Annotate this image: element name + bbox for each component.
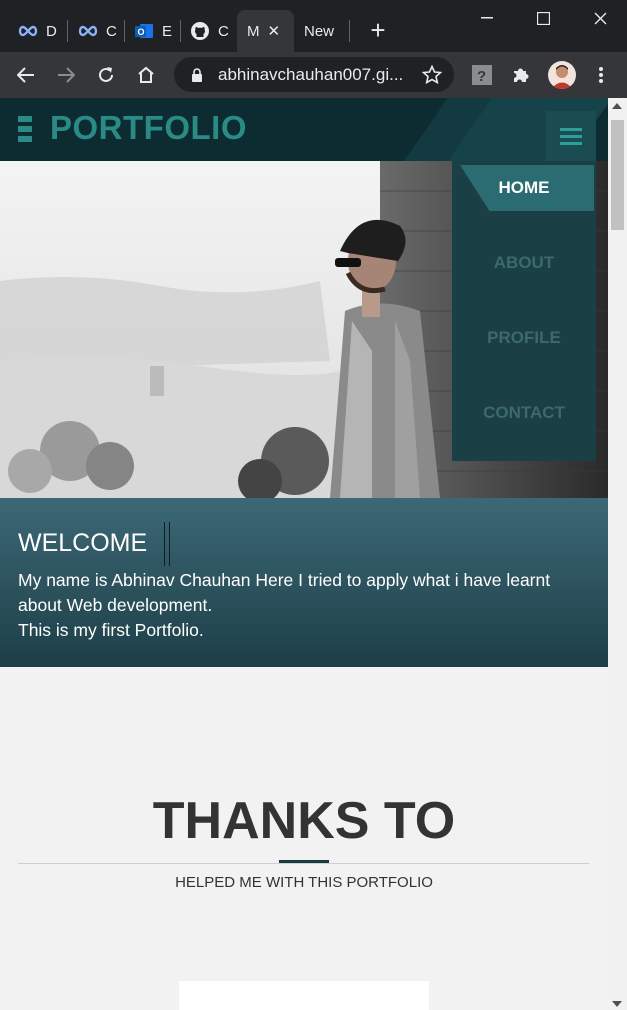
welcome-text: My name is Abhinav Chauhan Here I tried …: [18, 568, 588, 643]
lock-icon: [192, 67, 202, 82]
back-button[interactable]: [14, 63, 38, 87]
hamburger-menu-button[interactable]: [546, 111, 596, 161]
logo-icon: [18, 116, 32, 144]
browser-tab-active[interactable]: M ✕: [237, 10, 294, 52]
browser-tab-4[interactable]: C: [176, 10, 236, 52]
github-icon: [190, 21, 210, 41]
browser-tab-6[interactable]: New: [290, 10, 350, 52]
site-header: PORTFOLIO: [0, 98, 608, 161]
page-viewport: PORTFOLIO HOME ABOUT PROFILE CONTACT WEL…: [0, 98, 608, 1010]
svg-text:O: O: [138, 27, 145, 37]
thanks-accent-bar: [279, 860, 329, 863]
thanks-subtitle: HELPED ME WITH THIS PORTFOLIO: [175, 874, 433, 891]
nav-item-about[interactable]: ABOUT: [452, 240, 596, 286]
infinity-icon: [78, 21, 98, 41]
puzzle-icon[interactable]: [509, 63, 533, 87]
forward-button[interactable]: [54, 63, 78, 87]
arrow-right-icon: [58, 67, 75, 83]
close-window-button[interactable]: [577, 6, 623, 30]
site-logo[interactable]: PORTFOLIO: [50, 109, 247, 147]
nav-item-contact[interactable]: CONTACT: [452, 390, 596, 436]
help-extension-icon[interactable]: ?: [470, 63, 494, 87]
minimize-button[interactable]: [464, 6, 510, 30]
home-button[interactable]: [134, 63, 158, 87]
tab-title: E: [162, 22, 173, 40]
browser-tab-3[interactable]: O E: [120, 10, 180, 52]
address-bar[interactable]: abhinavchauhan007.gi...: [174, 57, 454, 92]
welcome-divider: [164, 522, 170, 566]
tab-title: M: [247, 22, 260, 40]
browser-tab-bar: D C O E C M ✕ New +: [0, 0, 627, 52]
maximize-button[interactable]: [520, 6, 566, 30]
tab-title: C: [218, 22, 229, 40]
nav-item-profile[interactable]: PROFILE: [452, 315, 596, 361]
arrow-left-icon: [17, 67, 34, 83]
reload-button[interactable]: [94, 63, 118, 87]
tab-title: C: [106, 22, 117, 40]
home-icon: [138, 66, 154, 83]
welcome-title: WELCOME: [18, 529, 148, 557]
tab-separator: [349, 20, 350, 42]
welcome-line-1: My name is Abhinav Chauhan Here I tried …: [18, 570, 551, 615]
star-icon[interactable]: [422, 65, 442, 85]
more-menu-icon[interactable]: [589, 63, 613, 87]
page-scrollbar[interactable]: [608, 98, 627, 1010]
infinity-icon: [18, 21, 38, 41]
thanks-divider: [18, 863, 589, 864]
tab-title: D: [46, 22, 57, 40]
nav-item-home[interactable]: HOME: [452, 165, 596, 211]
url-text: abhinavchauhan007.gi...: [218, 64, 404, 84]
close-icon[interactable]: ✕: [268, 22, 281, 40]
scroll-up-arrow-icon[interactable]: [612, 103, 622, 109]
browser-toolbar: abhinavchauhan007.gi... ?: [0, 52, 627, 98]
reload-icon: [99, 67, 113, 82]
new-tab-button[interactable]: +: [366, 17, 390, 43]
outlook-icon: O: [134, 21, 154, 41]
thanks-title: THANKS TO: [152, 792, 456, 850]
browser-tab-2[interactable]: C: [64, 10, 124, 52]
nav-menu: HOME ABOUT PROFILE CONTACT: [452, 161, 596, 461]
tab-title: New: [304, 22, 335, 40]
scroll-thumb[interactable]: [611, 120, 624, 230]
scroll-down-arrow-icon[interactable]: [612, 1001, 622, 1007]
profile-avatar[interactable]: [548, 61, 576, 89]
svg-text:?: ?: [477, 68, 486, 85]
welcome-line-2: This is my first Portfolio.: [18, 620, 204, 640]
welcome-section: WELCOME My name is Abhinav Chauhan Here …: [0, 498, 608, 667]
thanks-card: [179, 981, 429, 1010]
browser-tab-1[interactable]: D: [4, 10, 64, 52]
